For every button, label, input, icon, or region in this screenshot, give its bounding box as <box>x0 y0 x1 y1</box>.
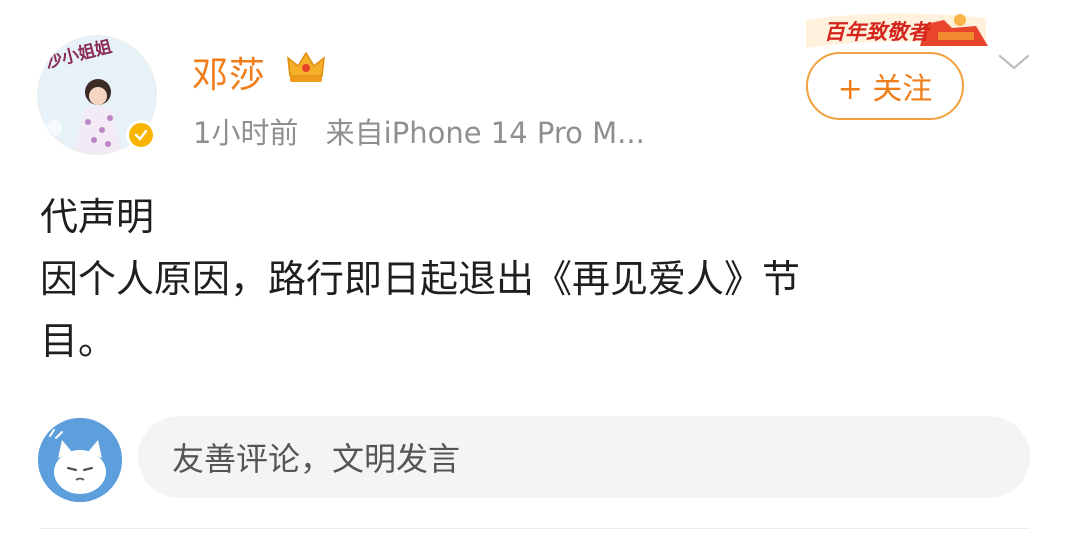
comment-input[interactable]: 友善评论，文明发言 <box>138 416 1030 498</box>
post-line: 目。 <box>40 319 117 363</box>
crown-icon <box>287 51 325 82</box>
badge-label: 百年致敬者 <box>824 19 929 44</box>
post-source: 来自iPhone 14 Pro M... <box>325 116 645 150</box>
follow-button[interactable]: + 关注 <box>806 52 964 120</box>
verified-icon <box>126 120 156 150</box>
weibo-post: 沙小姐姐 邓莎 1小时前 来自iPhone 14 Pro M... 百年致敬者 … <box>0 0 1068 552</box>
centennial-badge: 百年致敬者 <box>800 6 994 54</box>
post-time: 1小时前 <box>193 116 299 150</box>
divider <box>40 528 1030 529</box>
post-line: 代声明 <box>40 195 155 239</box>
post-meta: 1小时前 来自iPhone 14 Pro M... <box>193 110 645 152</box>
comment-placeholder: 友善评论，文明发言 <box>172 440 461 478</box>
cat-avatar-icon <box>38 418 122 502</box>
author-name[interactable]: 邓莎 <box>192 46 266 98</box>
chevron-down-icon[interactable] <box>996 50 1032 74</box>
post-line: 因个人原因，路行即日起退出《再见爱人》节 <box>40 257 801 301</box>
current-user-avatar[interactable] <box>38 418 122 502</box>
post-content: 代声明 因个人原因，路行即日起退出《再见爱人》节 目。 <box>40 186 1000 372</box>
